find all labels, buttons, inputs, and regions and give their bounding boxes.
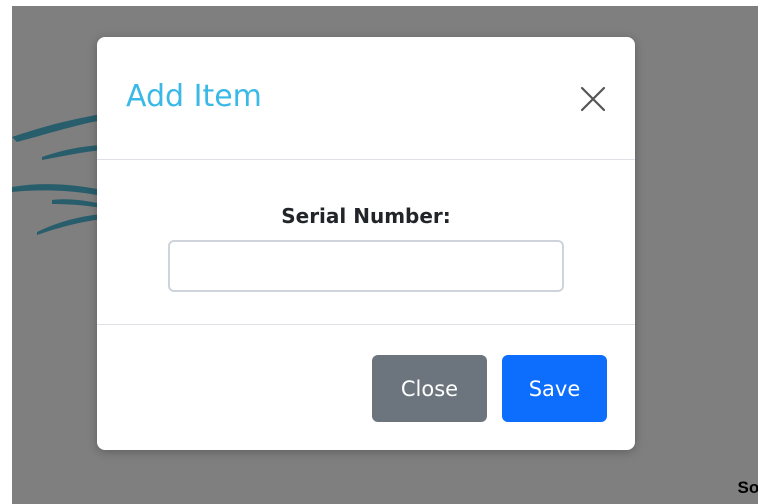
close-x-icon[interactable] <box>579 85 607 113</box>
background-logo-icon <box>12 114 102 235</box>
modal-footer: Close Save <box>97 325 635 450</box>
save-button[interactable]: Save <box>502 355 607 422</box>
serial-number-label: Serial Number: <box>281 204 451 228</box>
modal-header: Add Item <box>97 37 635 160</box>
close-button[interactable]: Close <box>372 355 487 422</box>
serial-number-input[interactable] <box>168 240 564 292</box>
background-corner-text: Sol <box>737 478 758 497</box>
modal-body: Serial Number: <box>97 160 635 325</box>
add-item-modal: Add Item Serial Number: Close Save <box>97 37 635 450</box>
modal-title: Add Item <box>126 79 262 114</box>
